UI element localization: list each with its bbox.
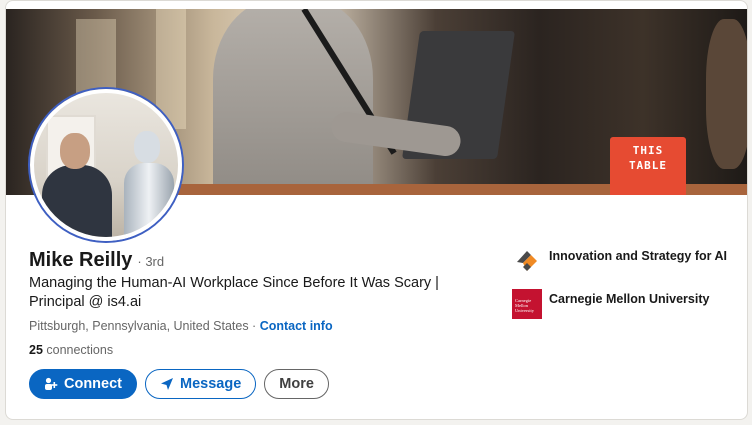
connections-number: 25 [29,343,43,357]
org-name-innovation: Innovation and Strategy for AI [549,249,728,263]
org-item-innovation[interactable]: Innovation and Strategy for AI [512,246,732,276]
add-person-icon [45,377,58,390]
blurred-figure [706,19,747,169]
person-figure [213,9,373,195]
sign-line-2: TABLE [628,159,668,172]
profile-actions: Connect Message More [29,369,329,399]
profile-location: Pittsburgh, Pennsylvania, United States [29,319,249,333]
message-button[interactable]: Message [145,369,257,399]
location-row: Pittsburgh, Pennsylvania, United States … [29,319,333,333]
organizations-list: Innovation and Strategy for AI Carnegie … [512,246,732,332]
more-button[interactable]: More [264,369,329,399]
profile-card: THIS TABLE Mike Reilly · 3rd Managing th… [5,0,748,420]
window-light [156,9,186,129]
org-item-cmu[interactable]: Carnegie Mellon University Carnegie Mell… [512,289,732,319]
separator: · [248,319,260,333]
org-name-cmu: Carnegie Mellon University [549,292,710,306]
sign-line-1: THIS [632,144,664,157]
table-sign: THIS TABLE [610,137,686,195]
message-label: Message [180,376,242,392]
connect-label: Connect [64,376,122,392]
more-label: More [279,376,314,392]
contact-info-link[interactable]: Contact info [260,319,333,333]
connections-label: connections [42,343,114,357]
avatar[interactable] [30,89,182,241]
avatar-robot-body [124,163,174,237]
avatar-man-head [60,133,90,169]
sign-small-text [610,176,686,191]
profile-name: Mike Reilly [29,249,133,271]
avatar-man-body [42,165,112,237]
avatar-robot-head [134,131,160,163]
cmu-logo-text: Carnegie Mellon University [515,298,534,313]
connections-count[interactable]: 25 connections [29,343,113,357]
name-row: Mike Reilly · 3rd [29,249,164,272]
cmu-logo-icon: Carnegie Mellon University [512,289,542,319]
profile-headline: Managing the Human-AI Workplace Since Be… [29,275,439,310]
innovation-logo-icon [512,246,542,276]
connect-button[interactable]: Connect [29,369,137,399]
connection-degree: · 3rd [137,254,165,269]
send-icon [161,378,173,390]
